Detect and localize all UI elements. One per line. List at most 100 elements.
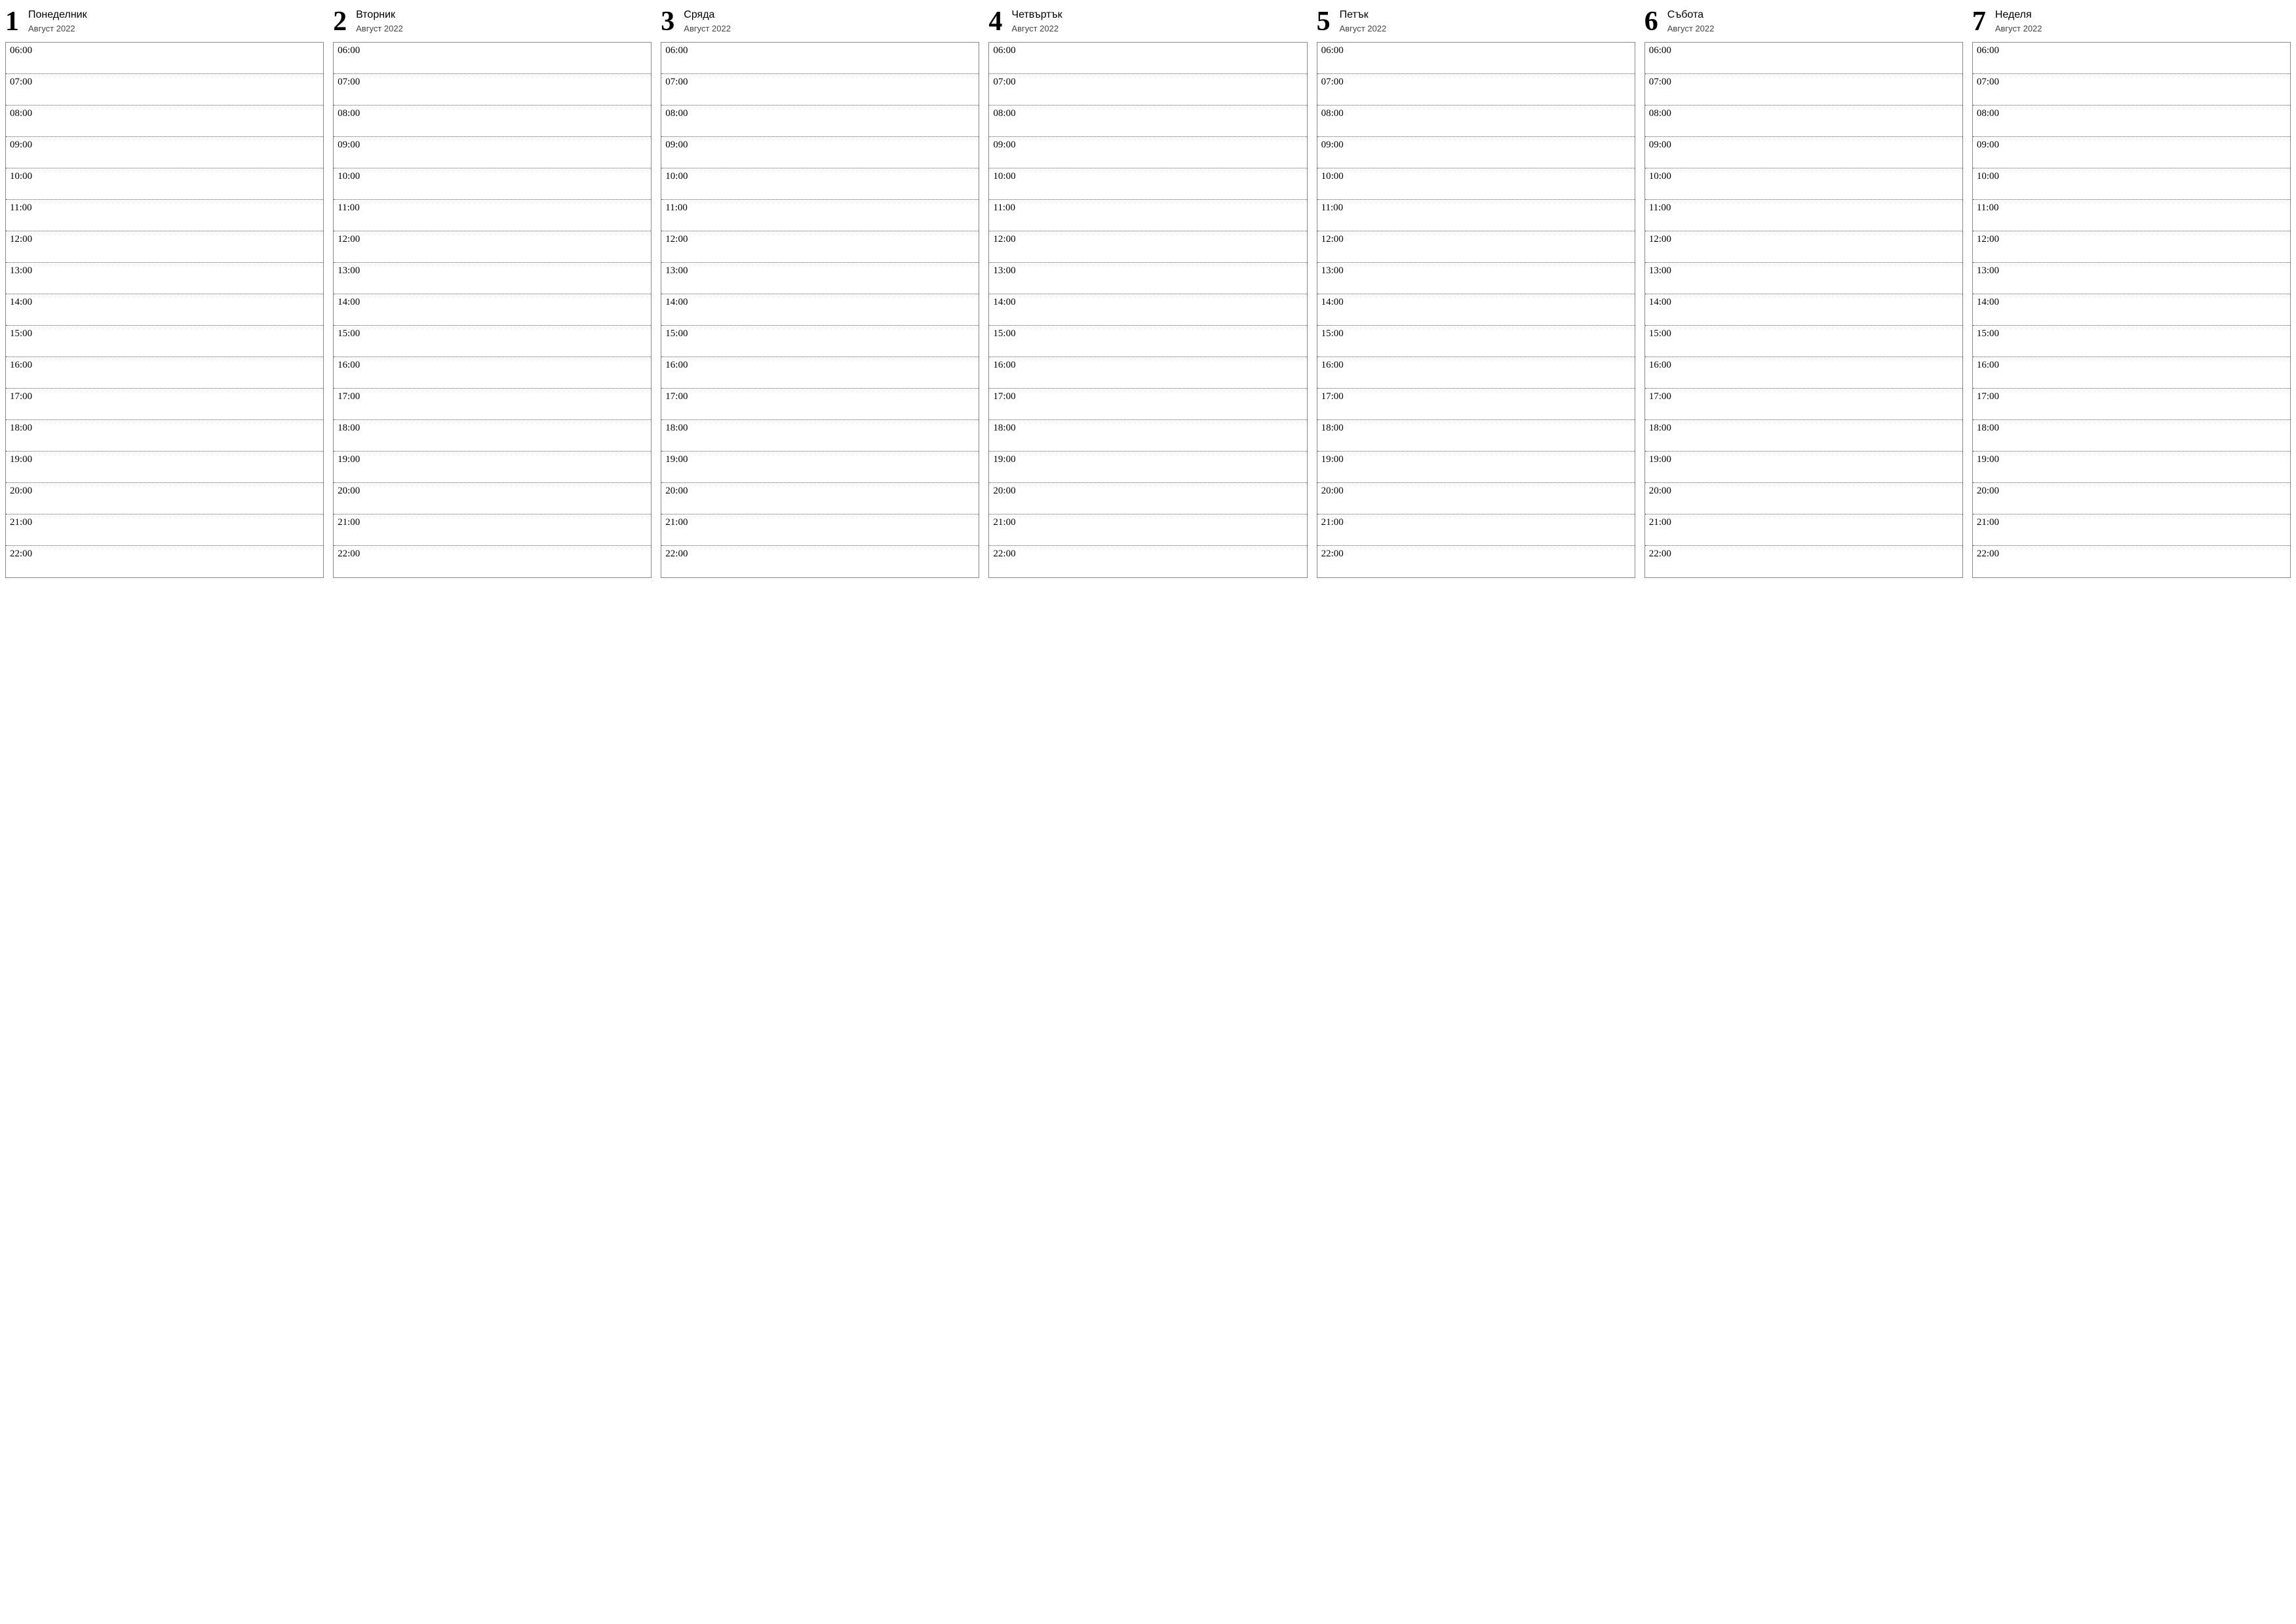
hour-slot[interactable]: 22:00 <box>661 546 979 577</box>
hour-slot[interactable]: 11:00 <box>1645 200 1962 231</box>
hour-slot[interactable]: 15:00 <box>1973 326 2290 357</box>
hour-slot[interactable]: 21:00 <box>1973 514 2290 546</box>
hour-slot[interactable]: 16:00 <box>6 357 323 389</box>
hour-slot[interactable]: 12:00 <box>1645 231 1962 263</box>
hour-slot[interactable]: 08:00 <box>6 106 323 137</box>
hour-slot[interactable]: 08:00 <box>989 106 1306 137</box>
hour-slot[interactable]: 10:00 <box>1973 168 2290 200</box>
hour-slot[interactable]: 21:00 <box>1317 514 1635 546</box>
hour-slot[interactable]: 16:00 <box>1317 357 1635 389</box>
hour-slot[interactable]: 10:00 <box>661 168 979 200</box>
hour-slot[interactable]: 09:00 <box>1317 137 1635 168</box>
hour-slot[interactable]: 22:00 <box>1645 546 1962 577</box>
hour-slot[interactable]: 18:00 <box>989 420 1306 452</box>
hour-slot[interactable]: 15:00 <box>1645 326 1962 357</box>
hour-slot[interactable]: 17:00 <box>1317 389 1635 420</box>
hour-slot[interactable]: 10:00 <box>334 168 651 200</box>
hour-slot[interactable]: 09:00 <box>1973 137 2290 168</box>
hour-slot[interactable]: 11:00 <box>6 200 323 231</box>
hour-slot[interactable]: 06:00 <box>1645 43 1962 74</box>
hour-slot[interactable]: 06:00 <box>1973 43 2290 74</box>
hour-slot[interactable]: 06:00 <box>1317 43 1635 74</box>
hour-slot[interactable]: 07:00 <box>989 74 1306 106</box>
hour-slot[interactable]: 20:00 <box>1973 483 2290 514</box>
hour-slot[interactable]: 16:00 <box>1973 357 2290 389</box>
hour-slot[interactable]: 18:00 <box>1317 420 1635 452</box>
hour-slot[interactable]: 15:00 <box>1317 326 1635 357</box>
hour-slot[interactable]: 22:00 <box>989 546 1306 577</box>
hour-slot[interactable]: 17:00 <box>989 389 1306 420</box>
hour-slot[interactable]: 18:00 <box>6 420 323 452</box>
hour-slot[interactable]: 11:00 <box>1317 200 1635 231</box>
hour-slot[interactable]: 07:00 <box>6 74 323 106</box>
hour-slot[interactable]: 22:00 <box>6 546 323 577</box>
hour-slot[interactable]: 19:00 <box>1973 452 2290 483</box>
hour-slot[interactable]: 11:00 <box>989 200 1306 231</box>
hour-slot[interactable]: 21:00 <box>1645 514 1962 546</box>
hour-slot[interactable]: 12:00 <box>334 231 651 263</box>
hour-slot[interactable]: 19:00 <box>1317 452 1635 483</box>
hour-slot[interactable]: 11:00 <box>661 200 979 231</box>
hour-slot[interactable]: 08:00 <box>661 106 979 137</box>
hour-slot[interactable]: 20:00 <box>989 483 1306 514</box>
hour-slot[interactable]: 14:00 <box>1973 294 2290 326</box>
hour-slot[interactable]: 09:00 <box>334 137 651 168</box>
hour-slot[interactable]: 13:00 <box>334 263 651 294</box>
hour-slot[interactable]: 18:00 <box>334 420 651 452</box>
hour-slot[interactable]: 15:00 <box>6 326 323 357</box>
hour-slot[interactable]: 17:00 <box>6 389 323 420</box>
hour-slot[interactable]: 22:00 <box>334 546 651 577</box>
hour-slot[interactable]: 06:00 <box>6 43 323 74</box>
hour-slot[interactable]: 07:00 <box>334 74 651 106</box>
hour-slot[interactable]: 19:00 <box>6 452 323 483</box>
hour-slot[interactable]: 07:00 <box>661 74 979 106</box>
hour-slot[interactable]: 17:00 <box>661 389 979 420</box>
hour-slot[interactable]: 14:00 <box>1317 294 1635 326</box>
hour-slot[interactable]: 20:00 <box>1317 483 1635 514</box>
hour-slot[interactable]: 08:00 <box>1645 106 1962 137</box>
hour-slot[interactable]: 19:00 <box>989 452 1306 483</box>
hour-slot[interactable]: 20:00 <box>334 483 651 514</box>
hour-slot[interactable]: 09:00 <box>661 137 979 168</box>
hour-slot[interactable]: 20:00 <box>6 483 323 514</box>
hour-slot[interactable]: 15:00 <box>989 326 1306 357</box>
hour-slot[interactable]: 07:00 <box>1973 74 2290 106</box>
hour-slot[interactable]: 16:00 <box>661 357 979 389</box>
hour-slot[interactable]: 07:00 <box>1317 74 1635 106</box>
hour-slot[interactable]: 10:00 <box>1317 168 1635 200</box>
hour-slot[interactable]: 18:00 <box>1645 420 1962 452</box>
hour-slot[interactable]: 08:00 <box>334 106 651 137</box>
hour-slot[interactable]: 17:00 <box>1645 389 1962 420</box>
hour-slot[interactable]: 12:00 <box>1317 231 1635 263</box>
hour-slot[interactable]: 10:00 <box>1645 168 1962 200</box>
hour-slot[interactable]: 06:00 <box>661 43 979 74</box>
hour-slot[interactable]: 16:00 <box>989 357 1306 389</box>
hour-slot[interactable]: 11:00 <box>1973 200 2290 231</box>
hour-slot[interactable]: 14:00 <box>1645 294 1962 326</box>
hour-slot[interactable]: 13:00 <box>6 263 323 294</box>
hour-slot[interactable]: 13:00 <box>1645 263 1962 294</box>
hour-slot[interactable]: 16:00 <box>1645 357 1962 389</box>
hour-slot[interactable]: 13:00 <box>1973 263 2290 294</box>
hour-slot[interactable]: 17:00 <box>1973 389 2290 420</box>
hour-slot[interactable]: 18:00 <box>1973 420 2290 452</box>
hour-slot[interactable]: 15:00 <box>334 326 651 357</box>
hour-slot[interactable]: 17:00 <box>334 389 651 420</box>
hour-slot[interactable]: 06:00 <box>334 43 651 74</box>
hour-slot[interactable]: 19:00 <box>1645 452 1962 483</box>
hour-slot[interactable]: 11:00 <box>334 200 651 231</box>
hour-slot[interactable]: 12:00 <box>989 231 1306 263</box>
hour-slot[interactable]: 16:00 <box>334 357 651 389</box>
hour-slot[interactable]: 22:00 <box>1317 546 1635 577</box>
hour-slot[interactable]: 20:00 <box>1645 483 1962 514</box>
hour-slot[interactable]: 08:00 <box>1317 106 1635 137</box>
hour-slot[interactable]: 12:00 <box>6 231 323 263</box>
hour-slot[interactable]: 07:00 <box>1645 74 1962 106</box>
hour-slot[interactable]: 13:00 <box>1317 263 1635 294</box>
hour-slot[interactable]: 13:00 <box>989 263 1306 294</box>
hour-slot[interactable]: 21:00 <box>334 514 651 546</box>
hour-slot[interactable]: 13:00 <box>661 263 979 294</box>
hour-slot[interactable]: 20:00 <box>661 483 979 514</box>
hour-slot[interactable]: 14:00 <box>6 294 323 326</box>
hour-slot[interactable]: 21:00 <box>661 514 979 546</box>
